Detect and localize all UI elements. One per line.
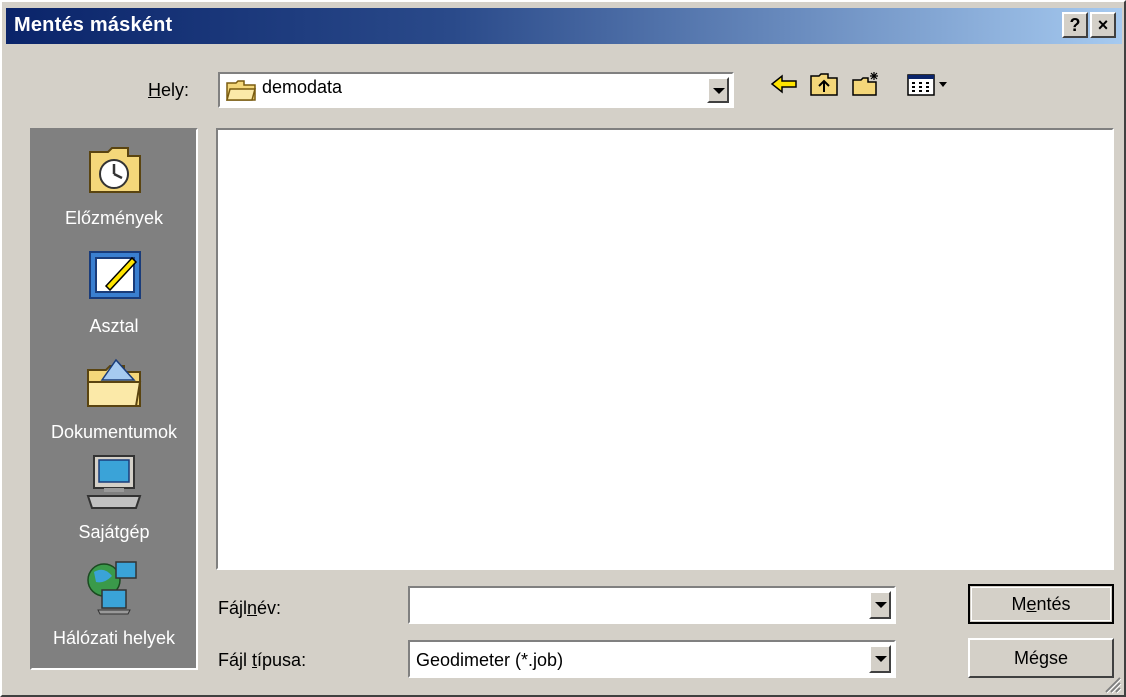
filename-dropdown-button[interactable]	[869, 591, 891, 619]
cancel-button[interactable]: Mégse	[968, 638, 1114, 678]
filetype-dropdown-button[interactable]	[869, 645, 891, 673]
location-dropdown-button[interactable]	[707, 77, 729, 103]
network-places-icon	[87, 561, 137, 615]
dialog-title: Mentés másként	[14, 14, 173, 36]
location-combo[interactable]: demodata	[218, 72, 734, 108]
filetype-select[interactable]: Geodimeter (*.job)	[408, 640, 896, 678]
my-computer-icon	[86, 455, 142, 509]
location-value: demodata	[262, 77, 343, 97]
title-bar[interactable]: Mentés másként ? ×	[6, 8, 1122, 44]
places-bar: Előzmények Asztal Dokumentumok Sajátgép …	[30, 128, 198, 670]
save-button[interactable]: Mentés	[968, 584, 1114, 624]
resize-grip-icon[interactable]	[1102, 674, 1122, 694]
place-label: Asztal	[89, 316, 139, 336]
place-label: Hálózati helyek	[52, 628, 176, 648]
place-network[interactable]: Hálózati helyek	[32, 554, 196, 668]
history-icon	[89, 147, 141, 193]
back-icon[interactable]	[768, 70, 800, 98]
filename-label: Fájlnév:	[218, 598, 282, 618]
close-button[interactable]: ×	[1090, 12, 1116, 38]
save-as-dialog: Mentés másként ? × Hely: demodata Előzmé…	[0, 0, 1126, 697]
view-menu-icon[interactable]	[906, 70, 952, 98]
help-button[interactable]: ?	[1062, 12, 1088, 38]
location-label: Hely:	[148, 80, 190, 100]
filetype-value: Geodimeter (*.job)	[416, 650, 564, 670]
place-my-computer[interactable]: Sajátgép	[32, 450, 196, 554]
filetype-label: Fájl típusa:	[218, 650, 307, 670]
place-history[interactable]: Előzmények	[32, 130, 196, 240]
filename-input[interactable]	[408, 586, 896, 624]
place-label: Előzmények	[64, 208, 164, 228]
file-list[interactable]	[216, 128, 1114, 570]
up-folder-icon[interactable]	[808, 70, 840, 98]
desktop-icon	[89, 251, 141, 299]
place-desktop[interactable]: Asztal	[32, 240, 196, 344]
new-folder-icon[interactable]	[850, 70, 882, 98]
folder-icon	[226, 80, 256, 101]
place-label: Sajátgép	[78, 522, 150, 542]
place-label: Dokumentumok	[50, 422, 178, 442]
documents-icon	[87, 358, 142, 407]
place-documents[interactable]: Dokumentumok	[32, 344, 196, 450]
